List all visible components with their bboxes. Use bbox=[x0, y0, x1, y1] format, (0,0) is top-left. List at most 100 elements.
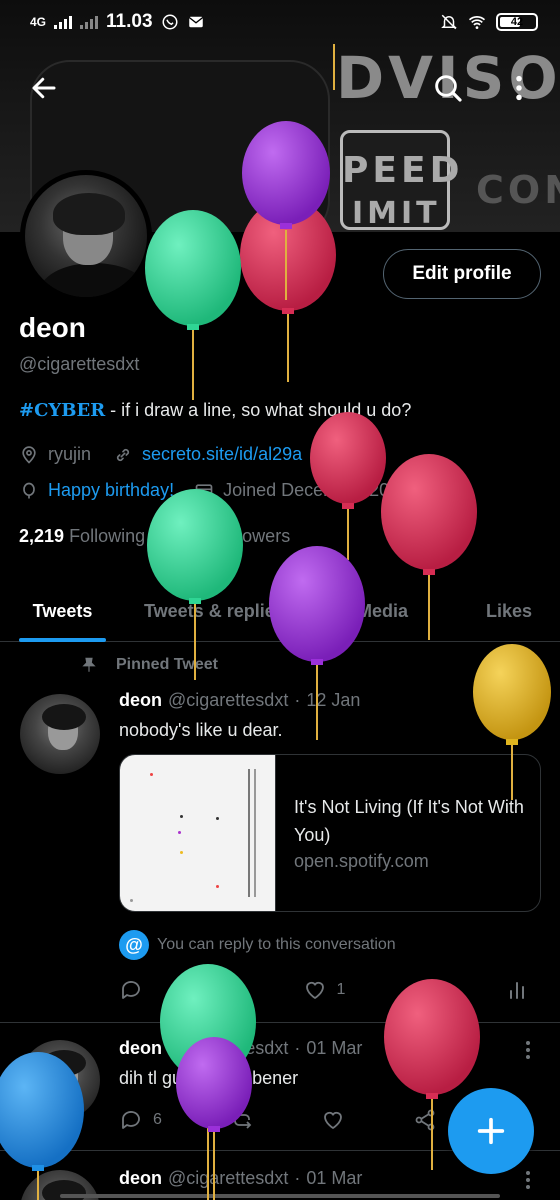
home-indicator bbox=[60, 1194, 500, 1198]
followers-label: Followers bbox=[213, 526, 291, 546]
link-preview-card[interactable]: It's Not Living (If It's Not With You) o… bbox=[119, 754, 541, 912]
tab-likes[interactable]: Likes bbox=[486, 580, 532, 642]
following-count: 2,219 bbox=[19, 526, 65, 546]
tweet-date-3[interactable]: 01 Mar bbox=[306, 1168, 362, 1189]
reply-icon bbox=[122, 1111, 140, 1129]
retweet-icon bbox=[232, 1111, 251, 1129]
reply-permission-note: @ You can reply to this conversation bbox=[119, 930, 396, 960]
tab-tweets[interactable]: Tweets bbox=[19, 580, 106, 642]
tweet-header-3: deon @cigarettesdxt · 01 Mar bbox=[119, 1168, 362, 1189]
analytics-button[interactable] bbox=[505, 978, 529, 1002]
retweet-button-2[interactable] bbox=[230, 1108, 254, 1132]
follow-stats: 2,219 Following 2,200 Followers bbox=[19, 526, 290, 547]
profile-joined-date: Joined December 2021 bbox=[223, 480, 410, 500]
back-button[interactable] bbox=[22, 66, 66, 110]
signal-2-icon bbox=[80, 15, 99, 29]
share-button-2[interactable] bbox=[413, 1108, 437, 1132]
birthday-link[interactable]: Happy birthday! bbox=[48, 480, 174, 501]
reply-count-2: 6 bbox=[153, 1111, 162, 1128]
tweet-divider bbox=[0, 1022, 560, 1023]
heart-icon bbox=[305, 981, 324, 1000]
pinned-label-text: Pinned Tweet bbox=[116, 656, 218, 673]
like-button[interactable]: 1 bbox=[303, 978, 346, 1002]
plus-icon bbox=[477, 1117, 505, 1145]
banner-text-speed: PEED bbox=[342, 150, 464, 191]
tweet-date[interactable]: 12 Jan bbox=[306, 690, 360, 711]
signal-icon bbox=[54, 15, 73, 29]
tweet-dot: · bbox=[294, 690, 301, 710]
profile-name: deon bbox=[19, 312, 86, 343]
back-arrow-icon bbox=[32, 77, 56, 99]
profile-tabs: Tweets Tweets & replies Media Likes bbox=[0, 580, 560, 642]
more-options-button[interactable] bbox=[497, 66, 541, 110]
profile-avatar[interactable] bbox=[20, 170, 152, 302]
pinned-tweet-label: Pinned Tweet bbox=[80, 656, 218, 674]
tweet-text: nobody's like u dear. bbox=[119, 720, 283, 740]
tab-tweets-replies[interactable]: Tweets & replies bbox=[144, 580, 285, 642]
tweet-avatar[interactable] bbox=[20, 694, 100, 774]
like-count: 1 bbox=[336, 981, 346, 998]
more-vertical-icon bbox=[516, 75, 522, 101]
tweet-author-handle-3: @cigarettesdxt bbox=[168, 1168, 289, 1188]
tweet-author-name-3[interactable]: deon bbox=[119, 1168, 162, 1189]
tweet-date-2[interactable]: 01 Mar bbox=[306, 1038, 362, 1059]
reply-button-2[interactable]: 6 bbox=[119, 1108, 162, 1132]
balloon-icon bbox=[23, 482, 35, 498]
profile-meta-row-2: Happy birthday! Joined December 2021 bbox=[19, 480, 409, 501]
profile-handle: @cigarettesdxt bbox=[19, 354, 140, 374]
profile-location: ryujin bbox=[48, 444, 92, 464]
whatsapp-icon bbox=[162, 14, 178, 30]
mail-icon bbox=[188, 16, 203, 28]
tweet-author-handle: @cigarettesdxt bbox=[168, 690, 289, 710]
tweet-text-2: dih tl gue garing bener bbox=[119, 1068, 299, 1088]
following-label: Following bbox=[69, 526, 146, 546]
status-bar: 4G 11.03 42 bbox=[0, 0, 560, 44]
banner-text-limit: IMIT bbox=[352, 196, 441, 231]
retweet-icon bbox=[213, 981, 233, 999]
tweet-author-handle-2: @cigarettesdxt bbox=[168, 1038, 289, 1058]
tweet-actions: 1 bbox=[119, 978, 529, 1002]
like-button-2[interactable] bbox=[321, 1108, 345, 1132]
search-button[interactable] bbox=[426, 66, 470, 110]
retweet-button[interactable] bbox=[211, 978, 235, 1002]
album-art-thumbnail bbox=[120, 755, 276, 911]
tweet-avatar-2[interactable] bbox=[20, 1040, 100, 1120]
followers-link[interactable]: 2,200 Followers bbox=[163, 526, 290, 547]
reply-note-text: You can reply to this conversation bbox=[157, 936, 396, 953]
bio-text: - if i draw a line, so what should u do? bbox=[105, 400, 412, 420]
at-sign-icon: @ bbox=[119, 930, 149, 960]
followers-count: 2,200 bbox=[163, 526, 209, 546]
tab-media[interactable]: Media bbox=[357, 580, 408, 642]
search-icon bbox=[435, 75, 462, 102]
bio-hashtag-link[interactable]: #CYBER bbox=[19, 400, 105, 421]
tweet-author-name[interactable]: deon bbox=[119, 690, 162, 711]
heart-icon bbox=[324, 1111, 343, 1130]
network-type: 4G bbox=[30, 15, 47, 29]
reply-icon bbox=[122, 981, 140, 999]
profile-meta-row: ryujin secreto.site/id/al29a bbox=[19, 444, 302, 465]
tweet-dot-2: · bbox=[294, 1038, 301, 1058]
compose-tweet-button[interactable] bbox=[448, 1088, 534, 1174]
tweet-header-2: deon @cigarettesdxt · 01 Mar bbox=[119, 1038, 362, 1059]
mute-bell-icon bbox=[441, 14, 457, 30]
share-button[interactable] bbox=[413, 978, 437, 1002]
tweet-more-button[interactable] bbox=[518, 690, 538, 714]
edit-profile-button[interactable]: Edit profile bbox=[383, 249, 541, 299]
profile-bio: #CYBER - if i draw a line, so what shoul… bbox=[19, 400, 411, 421]
following-link[interactable]: 2,219 Following bbox=[19, 526, 145, 547]
green-balloon-1 bbox=[145, 210, 241, 400]
battery-icon: 42 bbox=[496, 13, 538, 31]
tweet-more-button-2[interactable] bbox=[518, 1038, 538, 1062]
tweet-more-button-3[interactable] bbox=[518, 1168, 538, 1192]
calendar-icon bbox=[195, 483, 213, 499]
card-title: It's Not Living (If It's Not With You) bbox=[294, 797, 524, 845]
pin-icon bbox=[82, 657, 96, 672]
share-icon bbox=[415, 1109, 435, 1131]
card-url: open.spotify.com bbox=[294, 851, 429, 871]
share-icon bbox=[415, 979, 435, 1001]
reply-button[interactable] bbox=[119, 978, 143, 1002]
tweet-author-name-2[interactable]: deon bbox=[119, 1038, 162, 1059]
wifi-icon bbox=[468, 16, 486, 29]
status-time: 11.03 bbox=[106, 11, 153, 32]
profile-website-link[interactable]: secreto.site/id/al29a bbox=[142, 444, 302, 465]
